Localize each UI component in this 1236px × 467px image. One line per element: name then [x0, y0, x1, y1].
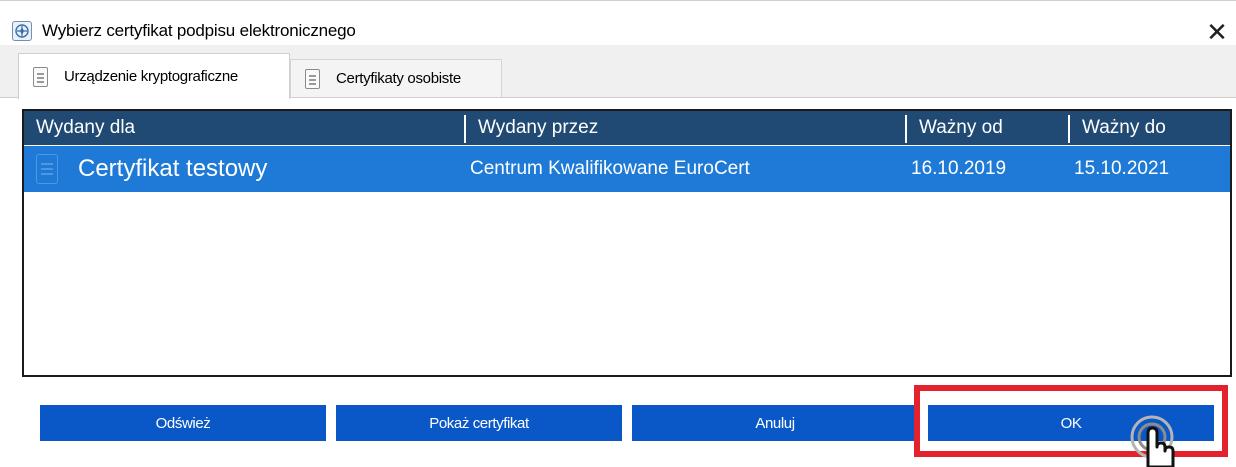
- certificate-list[interactable]: Wydany dla Wydany przez Ważny od Ważny d…: [22, 109, 1232, 377]
- table-row[interactable]: Certyfikat testowy Centrum Kwalifikowane…: [24, 146, 1230, 192]
- window-title: Wybierz certyfikat podpisu elektroniczne…: [42, 21, 356, 40]
- column-header-issued-to[interactable]: Wydany dla: [24, 111, 464, 145]
- app-icon: [12, 21, 32, 41]
- cell-issued-to: Certyfikat testowy: [78, 155, 268, 182]
- close-button[interactable]: ✕: [1198, 13, 1236, 51]
- tab-crypto-device[interactable]: Urządzenie kryptograficzne: [18, 53, 290, 99]
- close-icon[interactable]: ✕: [1206, 19, 1228, 45]
- hand-pointer-icon: [1130, 415, 1175, 467]
- certificate-icon: [36, 154, 58, 184]
- device-icon: [33, 66, 48, 87]
- show-certificate-button[interactable]: Pokaż certyfikat: [336, 405, 622, 441]
- tab-personal-certificates[interactable]: Certyfikaty osobiste: [290, 59, 502, 97]
- refresh-button[interactable]: Odśwież: [40, 405, 326, 441]
- column-header-issued-by[interactable]: Wydany przez: [466, 111, 906, 145]
- tab-label: Urządzenie kryptograficzne: [64, 68, 238, 85]
- cell-valid-from: 16.10.2019: [911, 158, 1007, 179]
- list-header: Wydany dla Wydany przez Ważny od Ważny d…: [24, 111, 1230, 145]
- cell-issued-by: Centrum Kwalifikowane EuroCert: [470, 158, 750, 179]
- tab-label: Certyfikaty osobiste: [336, 70, 461, 87]
- cancel-button[interactable]: Anuluj: [632, 405, 918, 441]
- certificate-icon: [305, 68, 320, 89]
- title-bar: Wybierz certyfikat podpisu elektroniczne…: [0, 1, 1236, 45]
- certificate-dialog: Wybierz certyfikat podpisu elektroniczne…: [0, 0, 1236, 467]
- column-header-valid-to[interactable]: Ważny do: [1070, 111, 1230, 145]
- column-header-valid-from[interactable]: Ważny od: [907, 111, 1067, 145]
- cell-valid-to: 15.10.2021: [1074, 158, 1170, 179]
